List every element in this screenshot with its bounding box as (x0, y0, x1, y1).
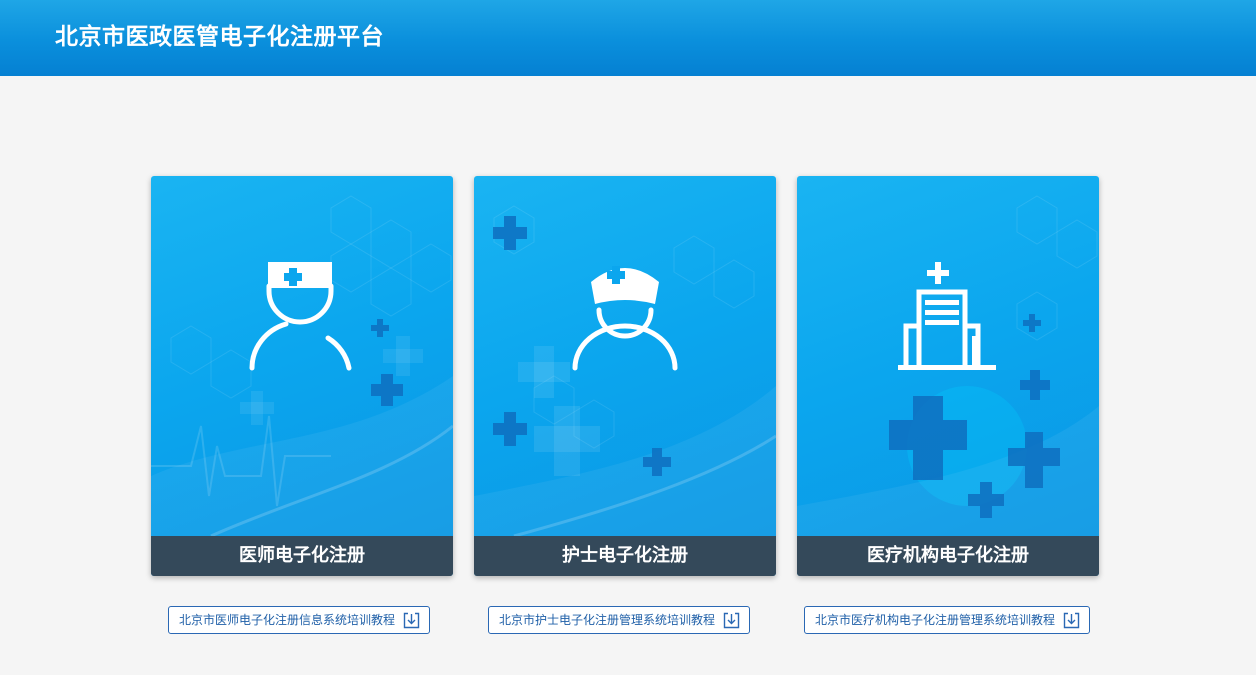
top-header: 北京市医政医管电子化注册平台 (0, 0, 1256, 76)
download-icon (403, 612, 420, 629)
institution-tutorial-link[interactable]: 北京市医疗机构电子化注册管理系统培训教程 (804, 606, 1091, 634)
page-title: 北京市医政医管电子化注册平台 (55, 24, 384, 50)
doctor-tutorial-link[interactable]: 北京市医师电子化注册信息系统培训教程 (168, 606, 431, 634)
tutorial-label: 北京市护士电子化注册管理系统培训教程 (499, 613, 716, 627)
nurse-tutorial-link[interactable]: 北京市护士电子化注册管理系统培训教程 (488, 606, 751, 634)
doctor-icon (249, 262, 352, 371)
doctor-registration-card[interactable]: 医师电子化注册 (151, 176, 453, 576)
institution-registration-card[interactable]: 医疗机构电子化注册 (797, 176, 1099, 576)
nurse-icon (572, 266, 678, 371)
hospital-icon (898, 262, 996, 370)
download-icon (1063, 612, 1080, 629)
card-label: 医疗机构电子化注册 (797, 536, 1099, 576)
nurse-registration-card[interactable]: 护士电子化注册 (474, 176, 776, 576)
tutorial-label: 北京市医师电子化注册信息系统培训教程 (179, 613, 396, 627)
download-icon (723, 612, 740, 629)
card-label: 医师电子化注册 (151, 536, 453, 576)
tutorial-label: 北京市医疗机构电子化注册管理系统培训教程 (815, 613, 1056, 627)
card-label: 护士电子化注册 (474, 536, 776, 576)
